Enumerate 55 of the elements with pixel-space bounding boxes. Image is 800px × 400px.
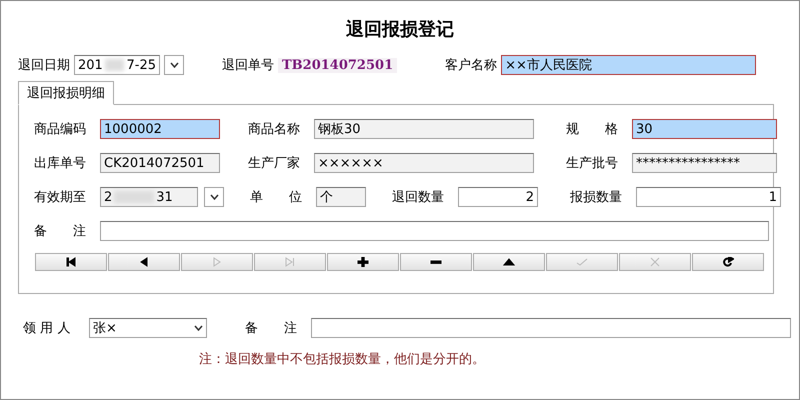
input-field[interactable]: 1000002: [100, 119, 220, 139]
receiver-dropdown[interactable]: 张×: [89, 318, 207, 338]
field-label: 生产批号: [566, 155, 619, 172]
field-label: 商品名称: [248, 121, 301, 138]
toolbar-button[interactable]: [400, 253, 472, 271]
window-title: 退回报损登记: [346, 18, 454, 42]
date-dropdown-button[interactable]: [204, 187, 224, 207]
toolbar-button[interactable]: [35, 253, 107, 271]
field-label: 商品编码: [34, 121, 87, 138]
field-label: 退回日期: [18, 57, 70, 74]
toolbar-button[interactable]: [473, 253, 545, 271]
order-number: TB2014072501: [278, 58, 398, 72]
toolbar-button[interactable]: [327, 253, 399, 271]
return-quantity-field[interactable]: 2: [458, 187, 538, 207]
refresh-icon: [722, 257, 734, 267]
field-label: 客户名称: [445, 57, 498, 74]
input-field[interactable]: 钢板30: [314, 119, 534, 139]
input-field[interactable]: ××××××: [314, 153, 534, 173]
expiry-date-field[interactable]: 2 31: [100, 187, 198, 207]
field-label: 备 注: [245, 320, 298, 337]
note-field[interactable]: [311, 318, 791, 338]
input-field[interactable]: ****************: [632, 153, 777, 173]
toolbar-button[interactable]: [108, 253, 180, 271]
toolbar-button[interactable]: [692, 253, 764, 271]
dropdown-chevron-icon: [194, 325, 203, 331]
date-field[interactable]: 201 7-25: [74, 55, 160, 75]
input-field[interactable]: CK2014072501: [100, 153, 220, 173]
right-triangle-icon: [211, 257, 223, 267]
last-record-icon: [284, 257, 296, 267]
input-field[interactable]: 30: [632, 119, 777, 139]
plus-icon: [357, 257, 369, 267]
first-record-icon: [65, 257, 77, 267]
tab[interactable]: 退回报损明细: [18, 81, 114, 105]
dropdown-chevron-icon: [170, 62, 178, 68]
field-label: 有效期至: [34, 189, 87, 206]
field-label: 备 注: [34, 223, 87, 240]
dropdown-chevron-icon: [210, 194, 218, 200]
date-dropdown-button[interactable]: [164, 55, 184, 75]
up-triangle-icon: [503, 257, 515, 267]
footnote: 注：退回数量中不包括报损数量，他们是分开的。: [199, 351, 485, 368]
field-label: 生产厂家: [248, 155, 301, 172]
left-triangle-icon: [138, 257, 150, 267]
loss-quantity-field[interactable]: 1: [636, 187, 781, 207]
field-label: 退回单号: [222, 57, 274, 74]
unit-field[interactable]: 个: [316, 187, 366, 207]
field-label: 单 位: [250, 189, 303, 206]
note-field[interactable]: [100, 221, 769, 241]
field-label: 出库单号: [34, 155, 87, 172]
field-label: 报损数量: [570, 189, 623, 206]
check-icon: [576, 257, 588, 267]
field-label: 规 格: [566, 121, 619, 138]
customer-field[interactable]: ××市人民医院: [501, 55, 756, 75]
field-label: 领 用 人: [23, 320, 72, 337]
cross-icon: [649, 257, 661, 267]
field-label: 退回数量: [392, 189, 445, 206]
